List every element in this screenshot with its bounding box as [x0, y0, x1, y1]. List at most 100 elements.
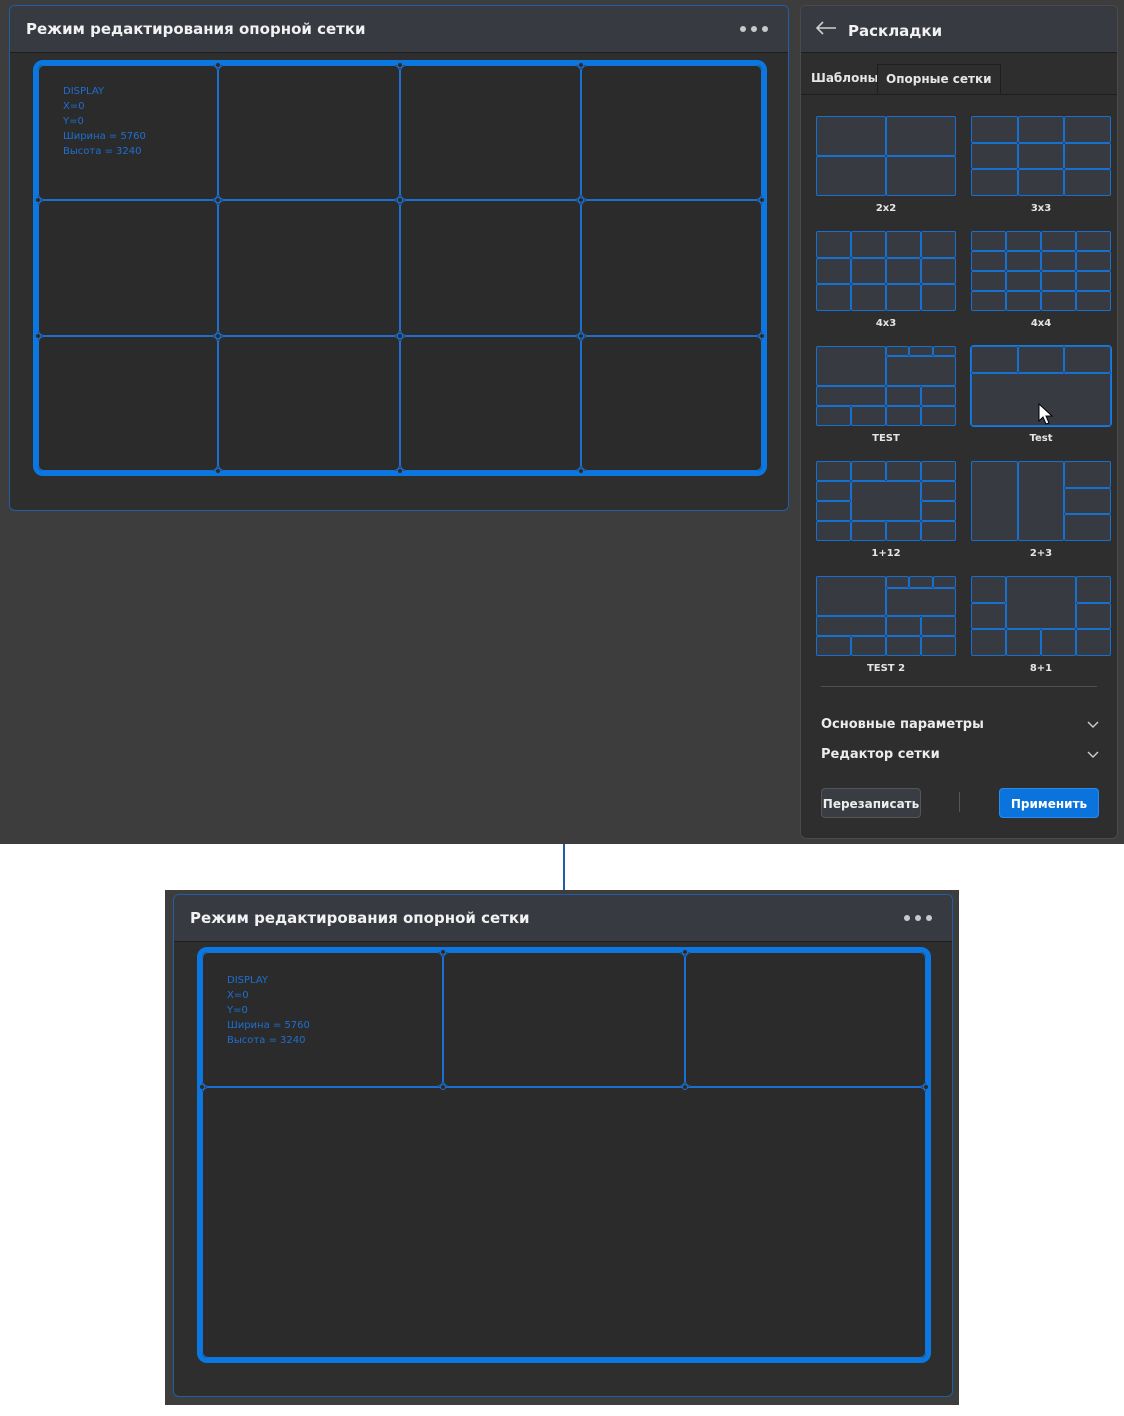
grid-cell[interactable]: [218, 335, 400, 471]
thumbnail-cell: [1064, 461, 1111, 488]
thumbnail-cell: [851, 284, 886, 311]
mouse-cursor-icon: [1038, 403, 1054, 425]
grid-node-handle[interactable]: [215, 468, 222, 474]
grid-cell[interactable]: [400, 200, 581, 336]
grid-cell[interactable]: [400, 65, 581, 201]
layout-thumbnail[interactable]: [816, 231, 956, 311]
grid-cell[interactable]: [684, 952, 926, 1088]
layout-thumbnail[interactable]: [971, 231, 1111, 311]
thumbnail-cell: [1064, 116, 1111, 143]
grid-node-handle[interactable]: [578, 332, 584, 339]
thumbnail-cell: [816, 636, 851, 656]
grid-node-handle[interactable]: [35, 332, 41, 339]
editor-title: Режим редактирования опорной сетки: [190, 909, 530, 927]
thumbnail-cell: [816, 116, 886, 156]
grid-cell[interactable]: [218, 65, 400, 201]
layout-thumbnail[interactable]: [971, 576, 1111, 656]
layout-thumbnail[interactable]: [971, 116, 1111, 196]
thumbnail-cell: [886, 346, 910, 356]
back-arrow-icon[interactable]: [815, 20, 837, 36]
grid-cell[interactable]: [218, 200, 400, 336]
thumbnail-cell: [909, 346, 933, 356]
grid-cell[interactable]: [581, 335, 762, 471]
thumbnail-cell: [886, 231, 921, 258]
thumbnail-cell: [1076, 251, 1111, 271]
thumbnail-cell: [886, 576, 910, 588]
layout-thumbnail[interactable]: [971, 461, 1111, 541]
grid-node-handle[interactable]: [397, 332, 403, 339]
grid-node-handle[interactable]: [759, 332, 765, 339]
display-info: DISPLAY X=0 Y=0 Ширина = 5760 Высота = 3…: [227, 973, 310, 1048]
thumbnail-cell: [921, 521, 956, 541]
layout-thumbnail[interactable]: [816, 346, 956, 426]
thumbnail-cell: [1017, 142, 1065, 170]
thumbnail-cell: [1064, 487, 1111, 515]
thumbnail-cell: [921, 616, 956, 636]
grid-cell[interactable]: [581, 200, 762, 336]
layout-thumbnail-label: 4x3: [875, 318, 897, 329]
thumbnail-cell: [851, 257, 886, 285]
grid-node-handle[interactable]: [923, 1084, 929, 1091]
thumbnail-cell: [851, 231, 886, 258]
thumbnail-cell: [971, 142, 1018, 170]
editor-header: Режим редактирования опорной сетки: [174, 895, 952, 942]
thumbnail-cell: [886, 406, 921, 426]
layout-thumbnail-label: 3x3: [1030, 203, 1052, 214]
chevron-down-icon[interactable]: [1087, 751, 1099, 759]
layout-thumbnail[interactable]: [816, 461, 956, 541]
thumbnail-cell: [921, 257, 956, 285]
editor-header: Режим редактирования опорной сетки: [10, 6, 788, 53]
layout-thumbnail[interactable]: [816, 116, 956, 196]
layouts-header: Раскладки: [801, 6, 1117, 53]
apply-button[interactable]: Применить: [999, 788, 1099, 818]
grid-cell[interactable]: [400, 335, 581, 471]
thumbnail-cell: [1076, 231, 1111, 251]
chevron-down-icon[interactable]: [1087, 721, 1099, 729]
section-grid-editor[interactable]: Редактор сетки: [821, 747, 940, 762]
thumbnail-cell: [921, 481, 956, 501]
layout-thumbnail[interactable]: [816, 576, 956, 656]
thumbnail-cell: [816, 257, 851, 285]
layout-thumbnail-label: TEST: [872, 433, 900, 444]
thumbnail-cell: [1064, 346, 1111, 373]
thumbnail-cell: [886, 461, 921, 481]
grid-node-handle[interactable]: [681, 949, 688, 955]
thumbnail-cell: [1076, 629, 1111, 656]
thumbnail-cell: [1064, 514, 1111, 541]
layouts-panel: Раскладки Шаблоны Опорные сетки 2x2 3x3 4x…: [800, 5, 1118, 839]
thumbnail-cell: [909, 576, 933, 588]
display-info-line: Высота = 3240: [227, 1035, 306, 1046]
thumbnail-cell: [816, 461, 851, 481]
grid-cell[interactable]: [202, 1087, 926, 1358]
more-options-icon[interactable]: [904, 915, 932, 921]
display-info-line: Ширина = 5760: [227, 1020, 310, 1031]
tab-reference-grids[interactable]: Опорные сетки: [877, 64, 1001, 94]
grid-node-handle[interactable]: [215, 332, 222, 339]
layouts-title: Раскладки: [848, 22, 943, 40]
thumbnail-cell: [816, 284, 851, 311]
grid-node-handle[interactable]: [681, 1084, 688, 1091]
display-info-line: Y=0: [63, 116, 84, 127]
thumbnail-cell: [816, 406, 851, 426]
thumbnail-cell: [851, 461, 886, 481]
tab-templates[interactable]: Шаблоны: [803, 64, 886, 94]
thumbnail-cell: [1017, 116, 1065, 143]
grid-cell[interactable]: [38, 200, 219, 336]
grid-cell[interactable]: [443, 952, 685, 1088]
grid-node-handle[interactable]: [578, 62, 584, 68]
section-basic-params[interactable]: Основные параметры: [821, 717, 984, 732]
thumbnail-cell: [1041, 291, 1076, 311]
grid-cell[interactable]: [38, 335, 219, 471]
thumbnail-cell: [971, 346, 1018, 373]
more-options-icon[interactable]: [740, 26, 768, 32]
thumbnail-cell: [921, 231, 956, 258]
grid-node-handle[interactable]: [578, 468, 584, 474]
grid-node-handle[interactable]: [397, 468, 403, 474]
grid-editor-panel-top: Режим редактирования опорной сетки DISPL…: [9, 5, 789, 511]
grid-node-handle[interactable]: [397, 62, 403, 68]
grid-cell[interactable]: [581, 65, 762, 201]
rewrite-button[interactable]: Перезаписать: [821, 788, 921, 818]
grid-node-handle[interactable]: [759, 197, 765, 204]
thumbnail-cell: [886, 156, 956, 196]
display-info-line: DISPLAY: [63, 86, 105, 97]
